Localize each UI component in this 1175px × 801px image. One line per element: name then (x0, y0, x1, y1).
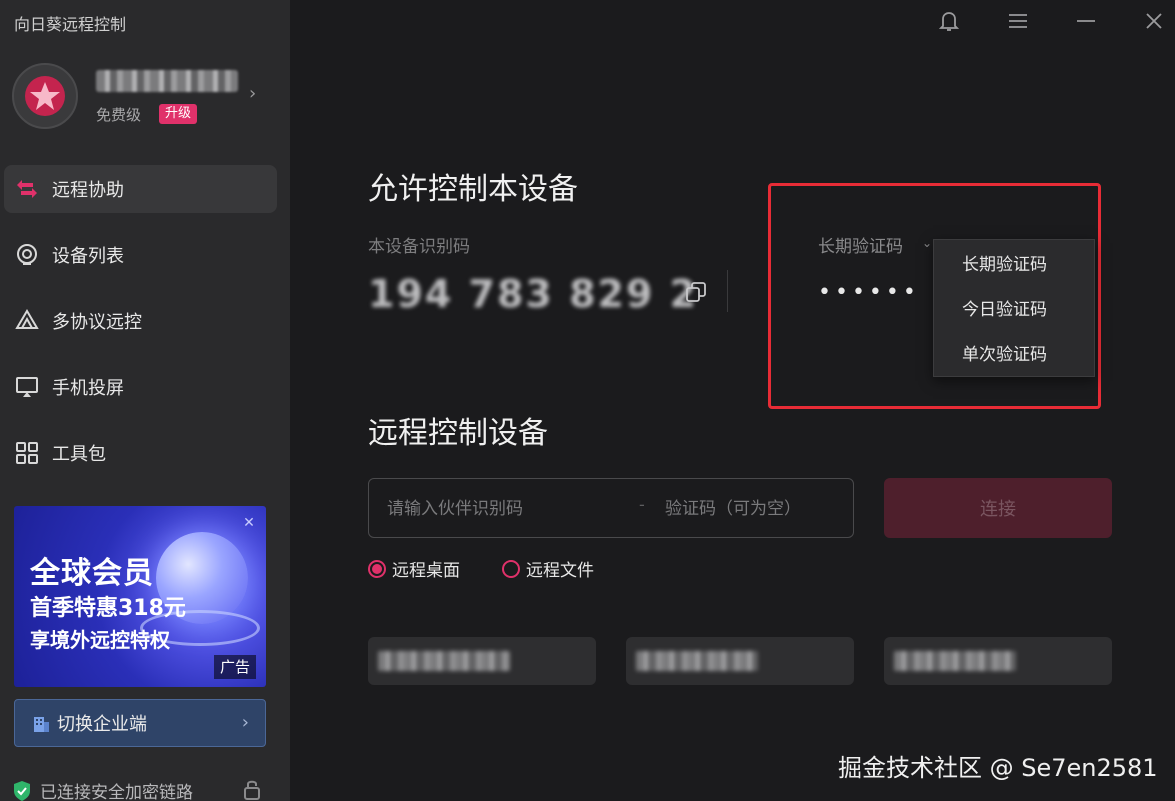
menu-icon[interactable] (1007, 10, 1029, 32)
close-icon[interactable] (1143, 10, 1165, 32)
dropdown-item-long-term[interactable]: 长期验证码 (934, 240, 1094, 285)
promo-headline: 全球会员 (30, 556, 154, 591)
dropdown-item-today[interactable]: 今日验证码 (934, 285, 1094, 330)
sidebar-item-label: 多协议远控 (52, 312, 142, 333)
recent-device-id-blurred (894, 651, 1016, 671)
promo-banner[interactable]: 全球会员 首季特惠318元 享境外远控特权 ✕ 广告 (14, 506, 266, 687)
radio-remote-desktop[interactable]: 远程桌面 (368, 556, 460, 581)
radio-label: 远程桌面 (392, 561, 460, 581)
avatar[interactable] (12, 63, 78, 129)
sidebar: 向日葵远程控制 › 免费级 升级 远程协助 设备列表 多协议远控 手机投屏 工具… (0, 0, 290, 801)
chevron-right-icon[interactable]: › (249, 84, 263, 104)
divider (727, 270, 728, 312)
sidebar-item-label: 设备列表 (52, 246, 124, 267)
switch-enterprise-label: 切换企业端 (57, 714, 147, 735)
recent-device-id-blurred (636, 651, 758, 671)
chevron-right-icon: › (241, 712, 249, 733)
ad-tag: 广告 (213, 655, 256, 679)
remote-assist-icon (14, 176, 40, 202)
recent-device-3[interactable] (884, 637, 1112, 685)
screen-mirror-icon (14, 374, 40, 400)
username-blurred[interactable] (96, 70, 238, 92)
allow-control-title: 允许控制本设备 (368, 172, 578, 207)
secure-connection-status: 已连接安全加密链路 (12, 778, 193, 801)
recent-device-1[interactable] (368, 637, 596, 685)
dropdown-item-one-time[interactable]: 单次验证码 (934, 330, 1094, 375)
bell-icon[interactable] (938, 10, 960, 32)
close-icon[interactable]: ✕ (240, 514, 258, 532)
copy-icon[interactable] (684, 280, 708, 304)
connect-button[interactable]: 连接 (884, 478, 1112, 538)
promo-benefit: 享境外远控特权 (30, 628, 170, 652)
watermark: 掘金技术社区 @ Se7en2581 (838, 754, 1158, 782)
lock-icon[interactable] (242, 778, 262, 800)
star-avatar-icon (25, 76, 65, 116)
secure-connection-text: 已连接安全加密链路 (40, 783, 193, 801)
code-type-dropdown: 长期验证码 今日验证码 单次验证码 (933, 239, 1095, 377)
sidebar-item-multi-protocol[interactable]: 多协议远控 (4, 297, 277, 345)
radio-remote-file[interactable]: 远程文件 (502, 556, 594, 581)
remote-control-title: 远程控制设备 (368, 416, 548, 451)
sidebar-item-label: 工具包 (52, 444, 106, 465)
device-id-label: 本设备识别码 (368, 237, 470, 257)
sidebar-item-label: 远程协助 (52, 180, 124, 201)
sidebar-item-device-list[interactable]: 设备列表 (4, 231, 277, 279)
building-icon (34, 717, 49, 732)
upgrade-badge[interactable]: 升级 (159, 104, 198, 124)
device-id-value: 194 783 829 2 (368, 272, 699, 316)
sidebar-item-screen-mirror[interactable]: 手机投屏 (4, 363, 277, 411)
toolkit-icon (14, 440, 40, 466)
minimize-icon[interactable] (1075, 10, 1097, 32)
partner-input-box: - (368, 478, 854, 538)
sidebar-item-remote-assist[interactable]: 远程协助 (4, 165, 277, 213)
multi-protocol-icon (14, 308, 40, 334)
radio-unchecked-icon (502, 559, 520, 578)
sidebar-item-label: 手机投屏 (52, 378, 124, 399)
partner-id-input[interactable] (387, 497, 627, 521)
switch-enterprise-button[interactable]: 切换企业端 › (14, 699, 266, 747)
device-list-icon (14, 242, 40, 268)
shield-check-icon (14, 780, 30, 801)
app-title: 向日葵远程控制 (14, 15, 127, 34)
recent-device-id-blurred (378, 651, 510, 671)
sidebar-item-toolkit[interactable]: 工具包 (4, 429, 277, 477)
input-separator: - (639, 495, 645, 514)
verification-code-input[interactable] (665, 497, 845, 521)
radio-checked-icon (368, 559, 386, 578)
account-tier: 免费级 (96, 106, 142, 124)
promo-offer: 首季特惠318元 (30, 596, 186, 621)
radio-label: 远程文件 (526, 561, 594, 581)
recent-device-2[interactable] (626, 637, 854, 685)
